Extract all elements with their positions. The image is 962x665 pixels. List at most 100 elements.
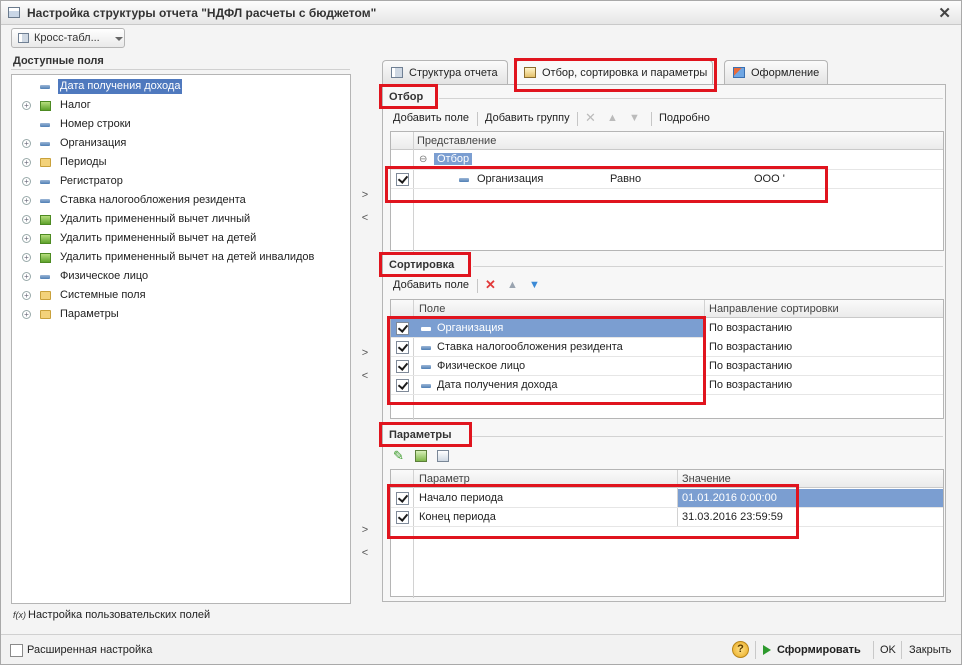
tree-item[interactable]: + Системные поля (12, 286, 342, 305)
help-icon[interactable]: ? (732, 641, 749, 658)
advanced-settings-checkbox[interactable] (10, 644, 23, 657)
row-checkbox[interactable] (396, 379, 409, 392)
tree-item[interactable]: + Регистратор (12, 172, 342, 191)
copy-icon[interactable] (437, 450, 449, 462)
table-row[interactable]: Организация (391, 319, 704, 338)
available-fields-tree[interactable]: Дата получения дохода + Налог Номер стро… (11, 74, 351, 604)
expand-icon[interactable]: + (22, 196, 31, 205)
table-row[interactable]: Физическое лицо По возрастанию (391, 357, 943, 376)
tab-structure[interactable]: Структура отчета (382, 60, 508, 84)
add-field-button[interactable]: Добавить поле (393, 112, 469, 124)
add-group-button[interactable]: Добавить группу (485, 112, 570, 124)
params-grid[interactable]: Параметр Значение Начало периода 01.01.2… (390, 469, 944, 598)
sort-field: Ставка налогообложения резидента (437, 341, 623, 353)
resource-icon (40, 253, 51, 263)
sort-direction[interactable]: По возрастанию (709, 379, 792, 391)
expand-icon[interactable]: + (22, 291, 31, 300)
expand-icon[interactable]: + (22, 310, 31, 319)
sort-direction[interactable]: По возрастанию (709, 341, 792, 353)
tree-item[interactable]: + Налог (12, 96, 342, 115)
param-value[interactable]: 01.01.2016 0:00:00 (682, 492, 777, 504)
sort-direction[interactable]: По возрастанию (709, 360, 792, 372)
expand-icon[interactable]: + (22, 101, 31, 110)
row-checkbox[interactable] (396, 492, 409, 505)
move-right-button-filter[interactable]: > (359, 189, 371, 201)
add-field-button[interactable]: Добавить поле (393, 279, 469, 291)
move-up-icon[interactable]: ▲ (507, 279, 521, 293)
filter-condition: Равно (610, 173, 642, 185)
details-button[interactable]: Подробно (659, 112, 710, 124)
sort-direction[interactable]: По возрастанию (709, 322, 792, 334)
tree-item[interactable]: + Удалить примененный вычет на детей инв… (12, 248, 342, 267)
custom-fields-link[interactable]: f(x) Настройка пользовательских полей (13, 609, 210, 621)
filter-value: ООО ' (754, 173, 785, 185)
tab-label: Отбор, сортировка и параметры (542, 67, 708, 79)
move-left-button-params[interactable]: < (359, 547, 371, 559)
tab-filter-sort-params[interactable]: Отбор, сортировка и параметры (515, 60, 713, 85)
table-row[interactable]: Дата получения дохода По возрастанию (391, 376, 943, 395)
move-right-button-sort[interactable]: > (359, 347, 371, 359)
move-up-icon[interactable]: ▲ (607, 112, 621, 126)
param-value[interactable]: 31.03.2016 23:59:59 (682, 511, 783, 523)
expand-icon[interactable]: + (22, 234, 31, 243)
toolbar-separator (577, 112, 578, 126)
column-header: Представление (417, 135, 497, 147)
expand-icon[interactable]: + (22, 177, 31, 186)
generate-button[interactable]: Сформировать (777, 644, 861, 656)
sort-grid[interactable]: Поле Направление сортировки Организация … (390, 299, 944, 420)
expand-icon[interactable]: + (22, 158, 31, 167)
field-icon (421, 384, 431, 388)
tree-item-label: Ставка налогообложения резидента (60, 194, 246, 206)
filter-icon (524, 67, 536, 78)
filter-toolbar: Добавить поле Добавить группу ✕ ▲ ▼ Подр… (393, 110, 943, 128)
sort-field: Физическое лицо (437, 360, 526, 372)
table-row[interactable]: Начало периода 01.01.2016 0:00:00 (391, 489, 943, 508)
table-row[interactable]: Организация Равно ООО ' (391, 170, 943, 189)
tree-item[interactable]: + Физическое лицо (12, 267, 342, 286)
collapse-icon[interactable]: ⊖ (419, 154, 427, 165)
move-left-button-filter[interactable]: < (359, 212, 371, 224)
move-right-button-params[interactable]: > (359, 524, 371, 536)
expand-icon[interactable]: + (22, 253, 31, 262)
table-row[interactable]: Ставка налогообложения резидента По возр… (391, 338, 943, 357)
table-row[interactable]: Конец периода 31.03.2016 23:59:59 (391, 508, 943, 527)
toolbar-separator (651, 112, 652, 126)
tree-item-label: Удалить примененный вычет личный (60, 213, 251, 225)
tree-item[interactable]: Дата получения дохода (12, 77, 342, 96)
row-checkbox[interactable] (396, 511, 409, 524)
tree-item[interactable]: + Организация (12, 134, 342, 153)
grid-header: Представление (391, 132, 943, 150)
tab-label: Оформление (751, 67, 820, 79)
expand-icon[interactable]: + (22, 139, 31, 148)
tree-item[interactable]: + Удалить примененный вычет личный (12, 210, 342, 229)
move-left-button-sort[interactable]: < (359, 370, 371, 382)
filter-root-row[interactable]: ⊖ Отбор (391, 151, 943, 170)
tree-item[interactable]: + Параметры (12, 305, 342, 324)
delete-icon[interactable]: ✕ (485, 278, 499, 293)
tab-appearance[interactable]: Оформление (724, 60, 828, 84)
footer-separator (901, 641, 902, 659)
delete-icon[interactable]: ✕ (585, 111, 599, 126)
tree-item[interactable]: Номер строки (12, 115, 342, 134)
filter-grid[interactable]: Представление ⊖ Отбор Организация Равно … (390, 131, 944, 252)
row-checkbox[interactable] (396, 322, 409, 335)
close-icon[interactable]: ✕ (938, 4, 951, 22)
edit-icon[interactable]: ✎ (393, 449, 407, 463)
move-down-icon[interactable]: ▼ (629, 112, 643, 126)
ok-button[interactable]: OK (880, 644, 896, 656)
row-checkbox[interactable] (396, 341, 409, 354)
variant-select[interactable]: Кросс-табл... (11, 28, 125, 48)
tree-item-label: Регистратор (60, 175, 123, 187)
tree-item-label: Параметры (60, 308, 119, 320)
row-checkbox[interactable] (396, 173, 409, 186)
check-all-icon[interactable] (415, 450, 427, 462)
move-down-icon[interactable]: ▼ (529, 279, 543, 293)
expand-icon[interactable]: + (22, 215, 31, 224)
expand-icon[interactable]: + (22, 272, 31, 281)
tree-item[interactable]: + Ставка налогообложения резидента (12, 191, 342, 210)
row-checkbox[interactable] (396, 360, 409, 373)
tree-item[interactable]: + Периоды (12, 153, 342, 172)
close-button[interactable]: Закрыть (909, 644, 951, 656)
field-icon (459, 178, 469, 182)
tree-item[interactable]: + Удалить примененный вычет на детей (12, 229, 342, 248)
